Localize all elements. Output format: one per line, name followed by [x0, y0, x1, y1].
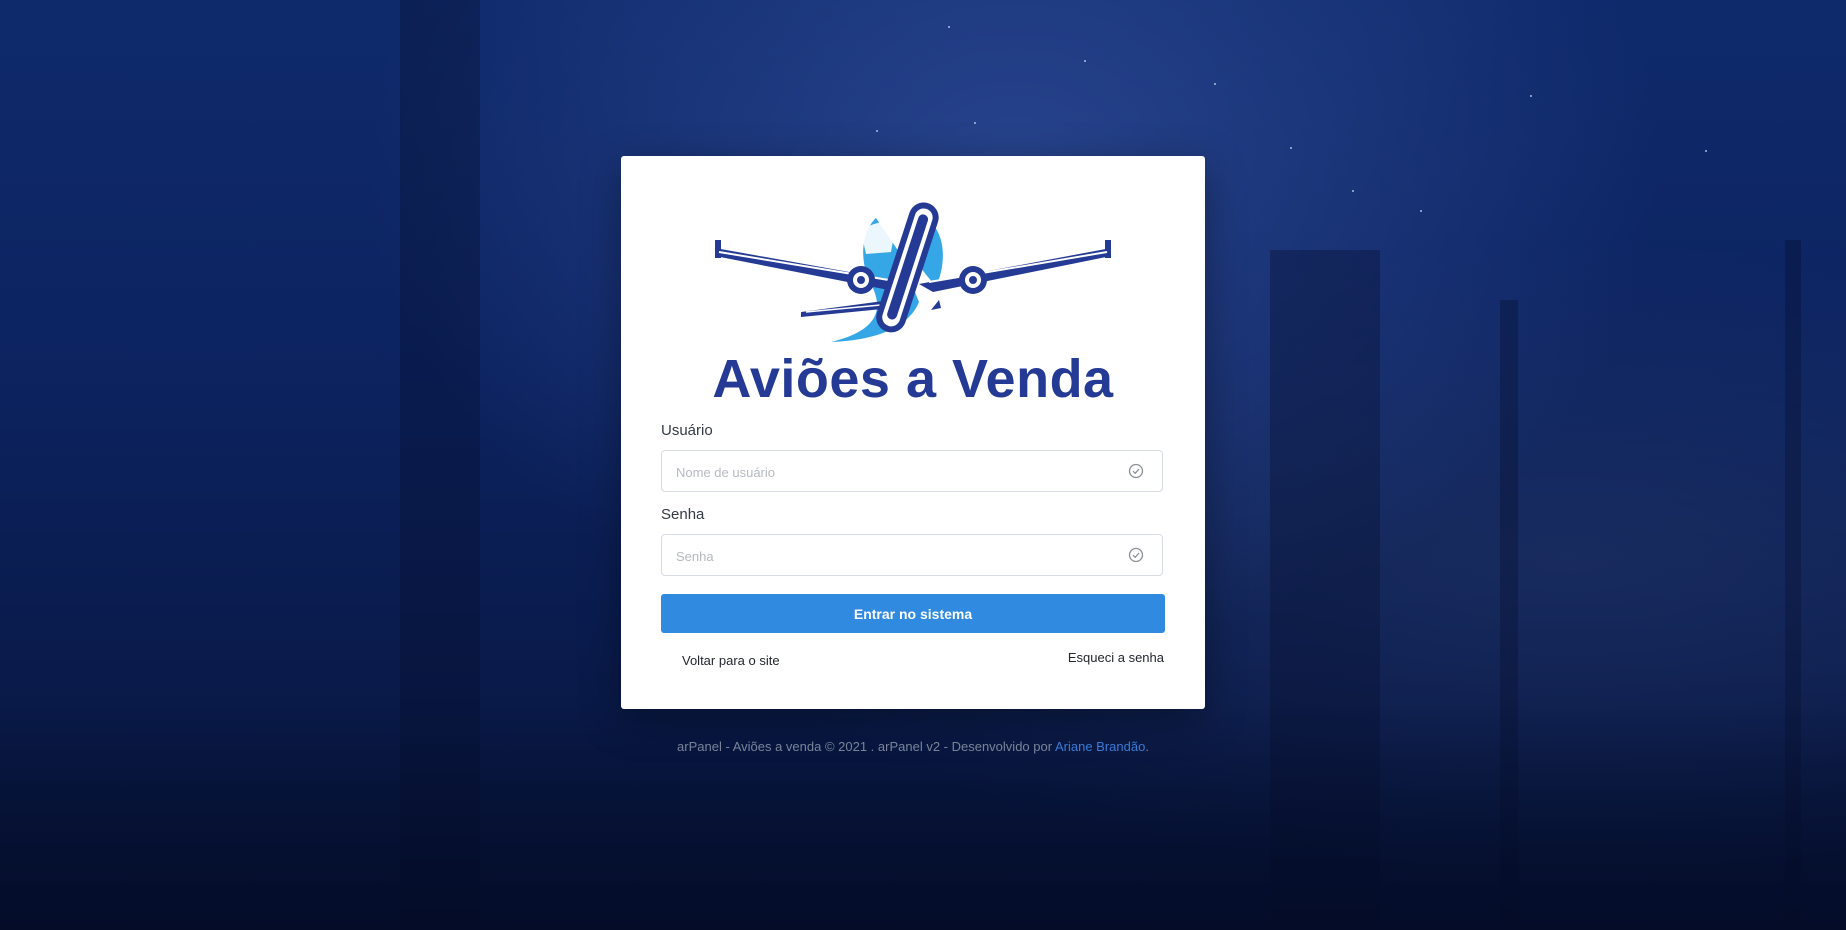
password-field[interactable] — [661, 534, 1163, 577]
back-to-site-link[interactable]: Voltar para o site — [682, 653, 780, 668]
login-submit-button[interactable]: Entrar no sistema — [661, 594, 1165, 633]
username-field[interactable] — [661, 450, 1163, 493]
footer-suffix: . — [1145, 739, 1149, 754]
footer-text: arPanel - Aviões a venda © 2021 . arPane… — [677, 739, 1053, 754]
username-label: Usuário — [661, 422, 713, 439]
author-link[interactable]: Ariane Brandão — [1055, 739, 1145, 754]
airplane-logo-icon — [715, 202, 1111, 342]
password-label: Senha — [661, 506, 705, 523]
username-input[interactable] — [674, 451, 1118, 493]
forgot-password-link[interactable]: Esqueci a senha — [1068, 650, 1164, 665]
login-card: Aviões a Venda Usuário Senha Entrar no s… — [621, 156, 1205, 709]
check-circle-icon — [1128, 547, 1144, 563]
password-input[interactable] — [674, 535, 1118, 577]
brand-name: Aviões a Venda — [712, 349, 1114, 409]
footer: arPanel - Aviões a venda © 2021 . arPane… — [0, 739, 1826, 754]
check-circle-icon — [1128, 463, 1144, 479]
